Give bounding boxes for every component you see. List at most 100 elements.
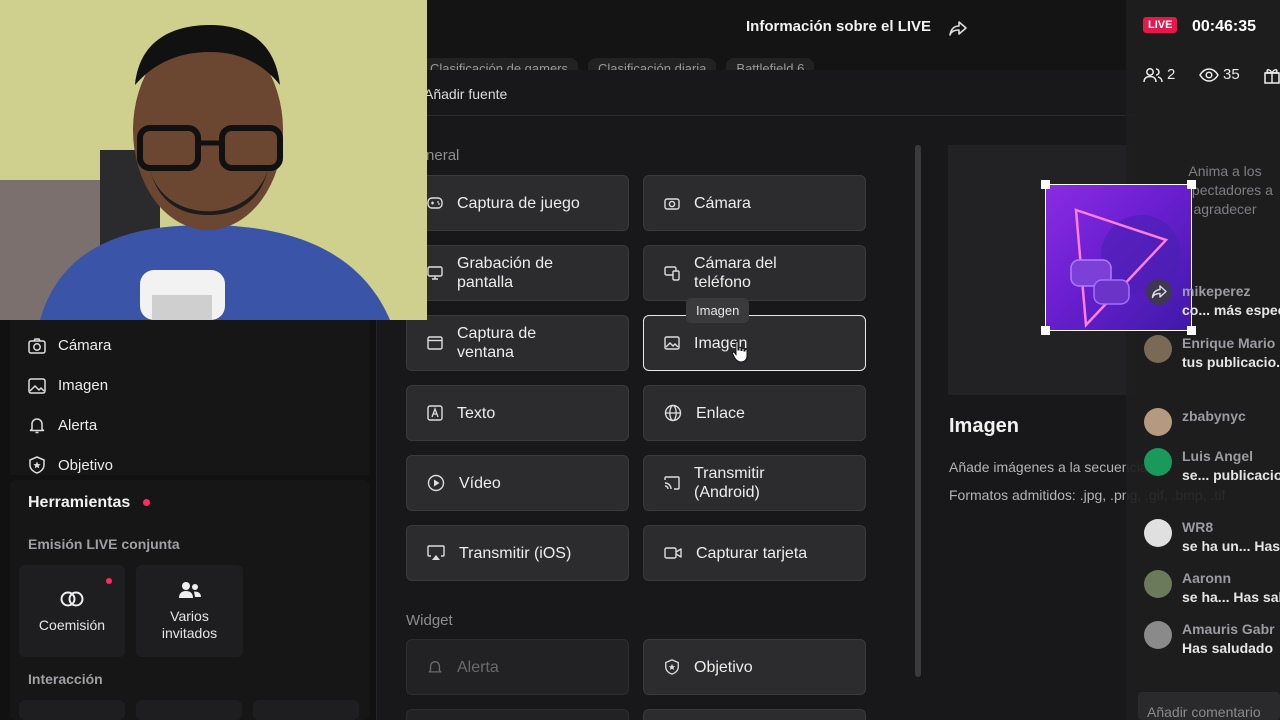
source-link-button[interactable]: Enlace bbox=[643, 385, 866, 441]
sidebar-item-image[interactable]: Imagen bbox=[28, 377, 108, 394]
chat-username[interactable]: Luis Angel bbox=[1182, 448, 1253, 464]
tool-card-label: Varios invitados bbox=[161, 608, 218, 641]
chat-username[interactable]: Amauris Gabr bbox=[1182, 621, 1275, 637]
live-timer: 00:46:35 bbox=[1192, 18, 1257, 35]
window-icon bbox=[427, 336, 443, 350]
chat-message: Aaronn se ha... Has saludado bbox=[1144, 569, 1280, 607]
source-capture-card-button[interactable]: Capturar tarjeta bbox=[643, 525, 866, 581]
globe-icon bbox=[664, 404, 682, 422]
sidebar-item-goal[interactable]: Objetivo bbox=[28, 456, 113, 474]
source-cast-android-button[interactable]: Transmitir (Android) bbox=[643, 455, 866, 511]
avatar[interactable] bbox=[1144, 335, 1172, 363]
chat-username[interactable]: WR8 bbox=[1182, 519, 1213, 535]
avatar[interactable] bbox=[1144, 621, 1172, 649]
source-image-button[interactable]: Imagen bbox=[643, 315, 866, 371]
source-label: Objetivo bbox=[694, 658, 753, 676]
source-game-capture-button[interactable]: Captura de juego bbox=[406, 175, 629, 231]
multi-guest-button[interactable]: Varios invitados bbox=[136, 565, 243, 657]
chat-username[interactable]: mikeperez bbox=[1182, 283, 1250, 299]
avatar[interactable] bbox=[1144, 570, 1172, 598]
resize-handle[interactable] bbox=[1041, 180, 1050, 189]
tooltip: Imagen bbox=[686, 298, 750, 323]
source-label: Texto bbox=[457, 404, 496, 422]
play-icon bbox=[427, 474, 445, 492]
chat-text: tus publicacio... Has saludado bbox=[1182, 354, 1280, 370]
video-card-icon bbox=[664, 547, 682, 559]
source-camera-button[interactable]: Cámara bbox=[643, 175, 866, 231]
sidebar-item-label: Alerta bbox=[58, 416, 98, 434]
viewers-count[interactable]: 2 bbox=[1143, 66, 1175, 83]
shield-star-icon bbox=[665, 659, 679, 675]
tool-card-label: Coemisión bbox=[38, 616, 106, 633]
widget-button-partial[interactable] bbox=[643, 709, 866, 720]
widget-alert-button[interactable]: Alerta bbox=[406, 639, 629, 695]
avatar[interactable] bbox=[1144, 448, 1172, 476]
image-icon bbox=[28, 377, 46, 394]
widget-goal-button[interactable]: Objetivo bbox=[643, 639, 866, 695]
resize-handle[interactable] bbox=[1187, 180, 1196, 189]
viewers-value: 2 bbox=[1167, 66, 1176, 83]
chat-message: zbabynyc bbox=[1144, 407, 1280, 436]
sidebar-item-label: Cámara bbox=[58, 337, 112, 354]
monitor-icon bbox=[427, 266, 443, 280]
chat-message: Luis Angel se... publicaciones... Has sal… bbox=[1144, 447, 1280, 485]
sidebar-item-alert[interactable]: Alerta bbox=[28, 416, 97, 434]
source-label: Vídeo bbox=[459, 474, 501, 492]
source-cast-ios-button[interactable]: Transmitir (iOS) bbox=[406, 525, 629, 581]
source-label: Captura de ventana bbox=[457, 325, 537, 361]
sidebar-item-camera[interactable]: Cámara bbox=[28, 337, 111, 354]
cohost-button[interactable]: Coemisión bbox=[19, 565, 125, 657]
avatar[interactable] bbox=[1144, 408, 1172, 436]
bell-icon bbox=[29, 418, 45, 434]
chat-comment-input[interactable]: Añadir comentario bbox=[1138, 692, 1280, 720]
people-icon bbox=[1143, 67, 1163, 82]
chat-username[interactable]: Enrique Mario bbox=[1182, 335, 1275, 351]
preview-title: Imagen bbox=[949, 415, 1020, 437]
tools-title: Herramientas bbox=[28, 494, 131, 511]
gift-icon[interactable] bbox=[1264, 66, 1280, 84]
sidebar-item-label: Imagen bbox=[58, 377, 109, 394]
chat-message: Enrique Mario tus publicacio... Has salud… bbox=[1144, 334, 1280, 372]
interaction-card[interactable] bbox=[136, 700, 242, 720]
source-label: Cámara bbox=[694, 194, 751, 212]
resize-handle[interactable] bbox=[1041, 326, 1050, 335]
live-badge: LIVE bbox=[1143, 17, 1178, 33]
source-label: Transmitir (Android) bbox=[694, 465, 765, 501]
link-rings-icon bbox=[60, 591, 84, 606]
notification-dot bbox=[106, 578, 112, 584]
widget-section-label: Widget bbox=[406, 612, 453, 629]
source-label: Capturar tarjeta bbox=[696, 544, 808, 562]
interaction-card[interactable] bbox=[253, 700, 359, 720]
camera-icon bbox=[664, 198, 680, 210]
modal-scrollbar[interactable] bbox=[915, 145, 921, 677]
chat-text: se ha... Has saludado bbox=[1182, 589, 1280, 605]
views-count[interactable]: 35 bbox=[1199, 66, 1240, 83]
source-video-button[interactable]: Vídeo bbox=[406, 455, 629, 511]
chat-text: se ha un... Has saludado bbox=[1182, 538, 1280, 554]
source-text-button[interactable]: Texto bbox=[406, 385, 629, 441]
modal-title: Añadir fuente bbox=[424, 86, 508, 102]
source-label: Cámara del teléfono bbox=[694, 255, 777, 291]
interaction-card[interactable] bbox=[19, 700, 125, 720]
interaction-label: Interacción bbox=[28, 671, 103, 687]
sidebar-item-label: Objetivo bbox=[58, 456, 114, 474]
avatar[interactable] bbox=[1144, 519, 1172, 547]
share-icon[interactable] bbox=[948, 18, 968, 38]
chat-message: mikeperez co... más espectad... bbox=[1144, 282, 1280, 320]
text-icon bbox=[427, 405, 443, 421]
chat-username[interactable]: Aaronn bbox=[1182, 570, 1231, 586]
source-screen-recording-button[interactable]: Grabación de pantalla bbox=[406, 245, 629, 301]
source-label: Grabación de pantalla bbox=[457, 255, 554, 291]
camera-icon bbox=[28, 337, 46, 354]
live-info-title[interactable]: Información sobre el LIVE bbox=[746, 18, 931, 35]
source-phone-camera-button[interactable]: Cámara del teléfono bbox=[643, 245, 866, 301]
chat-message: WR8 se ha un... Has saludado bbox=[1144, 518, 1280, 556]
widget-button-partial[interactable] bbox=[406, 709, 629, 720]
joint-live-label: Emisión LIVE conjunta bbox=[28, 536, 180, 552]
source-window-capture-button[interactable]: Captura de ventana bbox=[406, 315, 629, 371]
hand-cursor-icon bbox=[731, 340, 748, 363]
chat-username[interactable]: zbabynyc bbox=[1182, 408, 1246, 424]
cast-icon bbox=[664, 476, 680, 490]
gamepad-icon bbox=[427, 197, 443, 209]
airplay-icon bbox=[427, 545, 445, 560]
